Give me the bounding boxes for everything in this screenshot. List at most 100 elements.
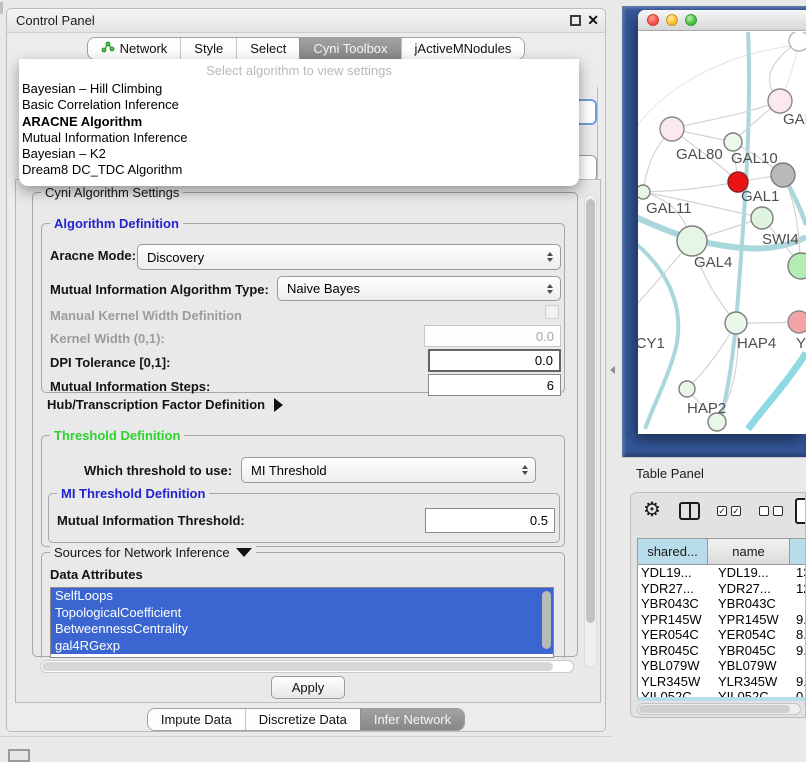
attribute-item[interactable]: gal4RGexp: [51, 638, 553, 655]
column-header-shared-name[interactable]: shared...: [638, 539, 708, 564]
table-cell: YER054C: [708, 627, 790, 643]
mi-threshold-input[interactable]: 0.5: [425, 508, 555, 533]
network-node[interactable]: [788, 253, 806, 279]
algorithm-option[interactable]: Basic Correlation Inference: [19, 97, 579, 113]
threshold-definition-group: Threshold Definition Which threshold to …: [41, 435, 565, 547]
table-row[interactable]: YBL079WYBL079W: [638, 658, 806, 674]
tab-jactivemnodules[interactable]: jActiveMNodules: [401, 38, 525, 59]
mi-algorithm-type-label: Mutual Information Algorithm Type:: [50, 282, 269, 297]
network-window[interactable]: GALGAL80GAL10GAL11GAL1SWI4GAL4GCY1HAP4YH…: [638, 10, 806, 434]
kernel-width-value: 0.0: [536, 329, 554, 344]
tab-network[interactable]: Network: [88, 38, 181, 59]
data-attributes-label: Data Attributes: [50, 567, 143, 582]
split-columns-icon[interactable]: [679, 502, 700, 520]
table-cell: YBR045C: [638, 643, 708, 659]
kernel-width-input[interactable]: 0.0: [424, 325, 561, 347]
algorithm-option[interactable]: Bayesian – Hill Climbing: [19, 81, 579, 97]
attribute-item[interactable]: TopologicalCoefficient: [51, 605, 553, 622]
cyni-algorithm-settings-title: Cyni Algorithm Settings: [41, 185, 183, 200]
float-panel-icon[interactable]: [570, 15, 581, 26]
settings-vertical-scrollbar[interactable]: [584, 194, 597, 668]
network-node-label: GAL80: [676, 146, 723, 163]
network-node[interactable]: [724, 133, 742, 151]
algorithm-option[interactable]: ARACNE Algorithm: [19, 114, 579, 130]
table-cell: 9.: [790, 612, 806, 628]
tab-style[interactable]: Style: [180, 38, 236, 59]
table-panel-window: ⚙ ✓ ✓ shared... name YDL19...YDL19...13Y…: [630, 492, 806, 718]
close-window-icon[interactable]: [647, 14, 659, 26]
column-header-partial[interactable]: [790, 539, 806, 564]
table-panel-titlebar[interactable]: Table Panel: [622, 457, 806, 488]
vscrollbar-thumb[interactable]: [586, 199, 595, 623]
network-node[interactable]: [660, 117, 684, 141]
algorithm-definition-group: Algorithm Definition Aracne Mode: Discov…: [41, 223, 565, 393]
panel-divider-grip[interactable]: [610, 366, 615, 374]
table-row[interactable]: YDR27...YDR27...12: [638, 581, 806, 597]
minimized-icon-fragment: [8, 749, 30, 762]
kernel-width-label: Kernel Width (0,1):: [50, 331, 165, 346]
background-groupbox-fragment: [597, 87, 598, 183]
network-node[interactable]: [788, 311, 806, 333]
tab-impute-data[interactable]: Impute Data: [148, 709, 245, 730]
network-node[interactable]: [677, 226, 707, 256]
tab-infer-network[interactable]: Infer Network: [360, 709, 464, 730]
table-row[interactable]: YLR345WYLR345W9.: [638, 674, 806, 690]
control-panel-tabbar: Network Style Select Cyni Toolbox jActiv…: [7, 37, 605, 60]
table-hscrollbar-thumb[interactable]: [639, 705, 790, 713]
apply-button[interactable]: Apply: [271, 676, 345, 699]
tab-select[interactable]: Select: [236, 38, 299, 59]
hscrollbar-thumb[interactable]: [42, 662, 553, 671]
table-mode-icon[interactable]: [795, 498, 806, 524]
sources-title[interactable]: Sources for Network Inference: [50, 545, 256, 560]
control-panel-titlebar[interactable]: Control Panel ✕: [7, 9, 605, 33]
algorithm-option[interactable]: Bayesian – K2: [19, 146, 579, 162]
network-window-titlebar[interactable]: [638, 10, 806, 31]
table-cell: YBL079W: [708, 658, 790, 674]
network-node[interactable]: [751, 207, 773, 229]
combo-stepper-icon: [547, 277, 553, 300]
cyni-algorithm-settings-group: Cyni Algorithm Settings Algorithm Defini…: [32, 192, 578, 657]
manual-kernel-width-checkbox[interactable]: [545, 305, 559, 319]
network-node[interactable]: [725, 312, 747, 334]
attribute-item[interactable]: BetweennessCentrality: [51, 621, 553, 638]
data-attributes-list[interactable]: SelfLoopsTopologicalCoefficientBetweenne…: [50, 587, 554, 658]
hub-definition-toggle[interactable]: Hub/Transcription Factor Definition: [47, 397, 283, 412]
deselect-all-icon[interactable]: [759, 506, 783, 516]
table-row[interactable]: YBR043CYBR043C: [638, 596, 806, 612]
algorithm-option[interactable]: Mutual Information Inference: [19, 130, 579, 146]
tab-infer-network-label: Infer Network: [374, 712, 451, 727]
table-row[interactable]: YDL19...YDL19...13: [638, 565, 806, 581]
aracne-mode-label: Aracne Mode:: [50, 248, 136, 263]
select-all-icon[interactable]: ✓ ✓: [717, 506, 741, 516]
mi-algorithm-type-combo[interactable]: Naive Bayes: [277, 276, 561, 301]
table-horizontal-scrollbar[interactable]: [637, 703, 801, 715]
gear-icon[interactable]: ⚙: [643, 495, 661, 525]
network-node[interactable]: [768, 89, 792, 113]
network-node[interactable]: [789, 32, 806, 51]
aracne-mode-combo[interactable]: Discovery: [137, 244, 561, 270]
network-node[interactable]: [679, 381, 695, 397]
dpi-tolerance-input[interactable]: 0.0: [428, 349, 561, 372]
table-row[interactable]: YPR145WYPR145W9.: [638, 612, 806, 628]
table-row[interactable]: YBR045CYBR045C9.: [638, 643, 806, 659]
network-node[interactable]: [638, 185, 650, 199]
network-canvas[interactable]: GALGAL80GAL10GAL11GAL1SWI4GAL4GCY1HAP4YH…: [638, 32, 806, 433]
table-row[interactable]: YER054CYER054C8.: [638, 627, 806, 643]
minimize-window-icon[interactable]: [666, 14, 678, 26]
column-header-name[interactable]: name: [708, 539, 790, 564]
table-cell: 9.: [790, 643, 806, 659]
mi-steps-input[interactable]: 6: [428, 374, 561, 396]
table-panel-title: Table Panel: [636, 466, 704, 481]
network-node-label: HAP4: [737, 335, 776, 352]
settings-horizontal-scrollbar[interactable]: [40, 660, 574, 673]
which-threshold-combo[interactable]: MI Threshold: [241, 457, 536, 483]
network-node-label: Y: [796, 335, 806, 352]
tab-cyni-toolbox[interactable]: Cyni Toolbox: [299, 38, 400, 59]
tab-discretize-data[interactable]: Discretize Data: [245, 709, 360, 730]
list-scrollbar-thumb[interactable]: [542, 591, 551, 649]
close-panel-icon[interactable]: ✕: [587, 12, 599, 29]
zoom-window-icon[interactable]: [685, 14, 697, 26]
attribute-item[interactable]: SelfLoops: [51, 588, 553, 605]
algorithm-option[interactable]: Dream8 DC_TDC Algorithm: [19, 162, 579, 178]
dock-divider: [0, 736, 612, 737]
